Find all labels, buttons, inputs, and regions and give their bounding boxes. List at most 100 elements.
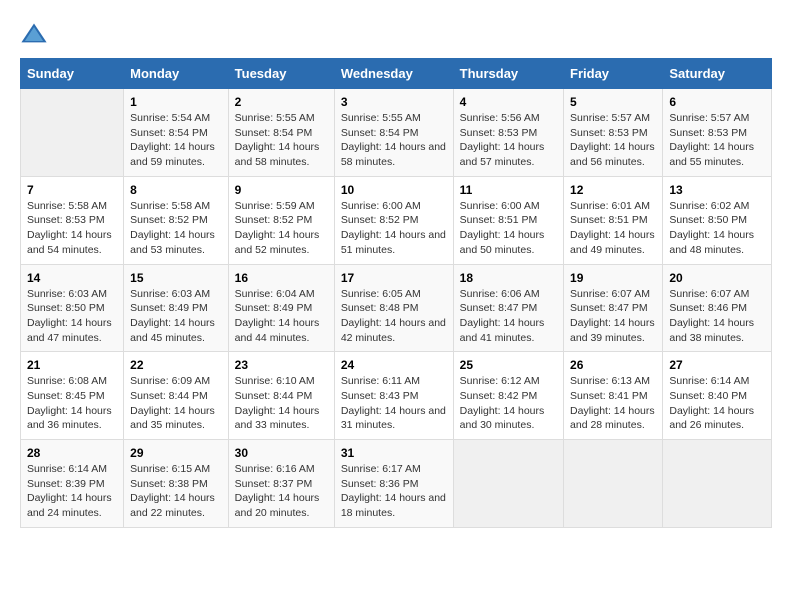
calendar-cell: 21Sunrise: 6:08 AMSunset: 8:45 PMDayligh… — [21, 352, 124, 440]
day-info: Sunrise: 6:09 AMSunset: 8:44 PMDaylight:… — [130, 374, 222, 433]
header-cell-friday: Friday — [564, 59, 663, 89]
day-number: 13 — [669, 183, 765, 197]
day-info: Sunrise: 6:17 AMSunset: 8:36 PMDaylight:… — [341, 462, 447, 521]
calendar-row-0: 1Sunrise: 5:54 AMSunset: 8:54 PMDaylight… — [21, 89, 772, 177]
day-number: 15 — [130, 271, 222, 285]
calendar-cell: 26 Sunrise: 6:13 AMSunset: 8:41 PMDayligh… — [564, 352, 663, 440]
day-info: Sunrise: 5:56 AMSunset: 8:53 PMDaylight:… — [460, 111, 557, 170]
day-number: 16 — [235, 271, 328, 285]
day-info: Sunrise: 5:59 AMSunset: 8:52 PMDaylight:… — [235, 199, 328, 258]
calendar-cell: 10 Sunrise: 6:00 AMSunset: 8:52 PMDayligh… — [334, 176, 453, 264]
day-number: 7 — [27, 183, 117, 197]
day-info: Sunrise: 6:13 AMSunset: 8:41 PMDaylight:… — [570, 374, 656, 433]
day-number: 3 — [341, 95, 447, 109]
calendar-cell: 18 Sunrise: 6:06 AMSunset: 8:47 PMDayligh… — [453, 264, 563, 352]
calendar-cell: 25 Sunrise: 6:12 AMSunset: 8:42 PMDayligh… — [453, 352, 563, 440]
day-info: Sunrise: 6:08 AMSunset: 8:45 PMDaylight:… — [27, 374, 117, 433]
day-info: Sunrise: 5:57 AMSunset: 8:53 PMDaylight:… — [669, 111, 765, 170]
calendar-cell: 19 Sunrise: 6:07 AMSunset: 8:47 PMDayligh… — [564, 264, 663, 352]
day-info: Sunrise: 5:58 AMSunset: 8:52 PMDaylight:… — [130, 199, 222, 258]
calendar-cell: 30 Sunrise: 6:16 AMSunset: 8:37 PMDayligh… — [228, 440, 334, 528]
day-info: Sunrise: 6:03 AMSunset: 8:49 PMDaylight:… — [130, 287, 222, 346]
day-number: 6 — [669, 95, 765, 109]
calendar-cell — [21, 89, 124, 177]
calendar-table: SundayMondayTuesdayWednesdayThursdayFrid… — [20, 58, 772, 528]
day-info: Sunrise: 6:11 AMSunset: 8:43 PMDaylight:… — [341, 374, 447, 433]
header-cell-sunday: Sunday — [21, 59, 124, 89]
day-info: Sunrise: 6:07 AMSunset: 8:46 PMDaylight:… — [669, 287, 765, 346]
day-number: 12 — [570, 183, 656, 197]
calendar-cell: 28 Sunrise: 6:14 AMSunset: 8:39 PMDayligh… — [21, 440, 124, 528]
day-info: Sunrise: 6:14 AMSunset: 8:40 PMDaylight:… — [669, 374, 765, 433]
day-number: 19 — [570, 271, 656, 285]
day-number: 27 — [669, 358, 765, 372]
calendar-row-2: 14Sunrise: 6:03 AMSunset: 8:50 PMDayligh… — [21, 264, 772, 352]
day-info: Sunrise: 6:03 AMSunset: 8:50 PMDaylight:… — [27, 287, 117, 346]
calendar-cell: 6 Sunrise: 5:57 AMSunset: 8:53 PMDaylight… — [663, 89, 772, 177]
header-cell-wednesday: Wednesday — [334, 59, 453, 89]
day-info: Sunrise: 6:16 AMSunset: 8:37 PMDaylight:… — [235, 462, 328, 521]
day-info: Sunrise: 5:58 AMSunset: 8:53 PMDaylight:… — [27, 199, 117, 258]
calendar-row-4: 28 Sunrise: 6:14 AMSunset: 8:39 PMDayligh… — [21, 440, 772, 528]
calendar-cell: 24 Sunrise: 6:11 AMSunset: 8:43 PMDayligh… — [334, 352, 453, 440]
header-cell-saturday: Saturday — [663, 59, 772, 89]
day-number: 10 — [341, 183, 447, 197]
day-number: 4 — [460, 95, 557, 109]
day-info: Sunrise: 6:00 AMSunset: 8:52 PMDaylight:… — [341, 199, 447, 258]
day-number: 31 — [341, 446, 447, 460]
calendar-cell: 5Sunrise: 5:57 AMSunset: 8:53 PMDaylight… — [564, 89, 663, 177]
calendar-cell: 29Sunrise: 6:15 AMSunset: 8:38 PMDayligh… — [124, 440, 229, 528]
day-number: 20 — [669, 271, 765, 285]
calendar-header: SundayMondayTuesdayWednesdayThursdayFrid… — [21, 59, 772, 89]
day-number: 18 — [460, 271, 557, 285]
day-number: 17 — [341, 271, 447, 285]
calendar-cell: 8Sunrise: 5:58 AMSunset: 8:52 PMDaylight… — [124, 176, 229, 264]
calendar-cell: 12 Sunrise: 6:01 AMSunset: 8:51 PMDayligh… — [564, 176, 663, 264]
calendar-cell: 4 Sunrise: 5:56 AMSunset: 8:53 PMDaylight… — [453, 89, 563, 177]
day-number: 2 — [235, 95, 328, 109]
calendar-cell — [564, 440, 663, 528]
calendar-cell: 1Sunrise: 5:54 AMSunset: 8:54 PMDaylight… — [124, 89, 229, 177]
day-info: Sunrise: 6:07 AMSunset: 8:47 PMDaylight:… — [570, 287, 656, 346]
header-cell-monday: Monday — [124, 59, 229, 89]
day-number: 29 — [130, 446, 222, 460]
day-info: Sunrise: 6:14 AMSunset: 8:39 PMDaylight:… — [27, 462, 117, 521]
calendar-body: 1Sunrise: 5:54 AMSunset: 8:54 PMDaylight… — [21, 89, 772, 528]
logo-icon — [20, 20, 48, 48]
day-info: Sunrise: 5:55 AMSunset: 8:54 PMDaylight:… — [341, 111, 447, 170]
calendar-cell: 23 Sunrise: 6:10 AMSunset: 8:44 PMDayligh… — [228, 352, 334, 440]
header-cell-tuesday: Tuesday — [228, 59, 334, 89]
day-info: Sunrise: 6:06 AMSunset: 8:47 PMDaylight:… — [460, 287, 557, 346]
calendar-row-1: 7 Sunrise: 5:58 AMSunset: 8:53 PMDaylight… — [21, 176, 772, 264]
day-number: 5 — [570, 95, 656, 109]
calendar-cell: 9 Sunrise: 5:59 AMSunset: 8:52 PMDaylight… — [228, 176, 334, 264]
day-number: 24 — [341, 358, 447, 372]
calendar-cell: 15 Sunrise: 6:03 AMSunset: 8:49 PMDayligh… — [124, 264, 229, 352]
calendar-cell: 31 Sunrise: 6:17 AMSunset: 8:36 PMDayligh… — [334, 440, 453, 528]
day-number: 30 — [235, 446, 328, 460]
header-row: SundayMondayTuesdayWednesdayThursdayFrid… — [21, 59, 772, 89]
calendar-cell — [453, 440, 563, 528]
calendar-cell: 11 Sunrise: 6:00 AMSunset: 8:51 PMDayligh… — [453, 176, 563, 264]
calendar-cell: 17Sunrise: 6:05 AMSunset: 8:48 PMDayligh… — [334, 264, 453, 352]
page-header — [20, 20, 772, 48]
day-info: Sunrise: 6:01 AMSunset: 8:51 PMDaylight:… — [570, 199, 656, 258]
day-info: Sunrise: 6:02 AMSunset: 8:50 PMDaylight:… — [669, 199, 765, 258]
day-number: 25 — [460, 358, 557, 372]
day-number: 9 — [235, 183, 328, 197]
logo — [20, 20, 52, 48]
day-number: 26 — [570, 358, 656, 372]
day-number: 22 — [130, 358, 222, 372]
day-number: 28 — [27, 446, 117, 460]
calendar-cell: 2 Sunrise: 5:55 AMSunset: 8:54 PMDaylight… — [228, 89, 334, 177]
calendar-cell: 20 Sunrise: 6:07 AMSunset: 8:46 PMDayligh… — [663, 264, 772, 352]
calendar-cell — [663, 440, 772, 528]
day-number: 11 — [460, 183, 557, 197]
day-info: Sunrise: 5:55 AMSunset: 8:54 PMDaylight:… — [235, 111, 328, 170]
day-number: 1 — [130, 95, 222, 109]
day-info: Sunrise: 6:10 AMSunset: 8:44 PMDaylight:… — [235, 374, 328, 433]
day-info: Sunrise: 6:12 AMSunset: 8:42 PMDaylight:… — [460, 374, 557, 433]
day-number: 23 — [235, 358, 328, 372]
header-cell-thursday: Thursday — [453, 59, 563, 89]
day-info: Sunrise: 6:00 AMSunset: 8:51 PMDaylight:… — [460, 199, 557, 258]
